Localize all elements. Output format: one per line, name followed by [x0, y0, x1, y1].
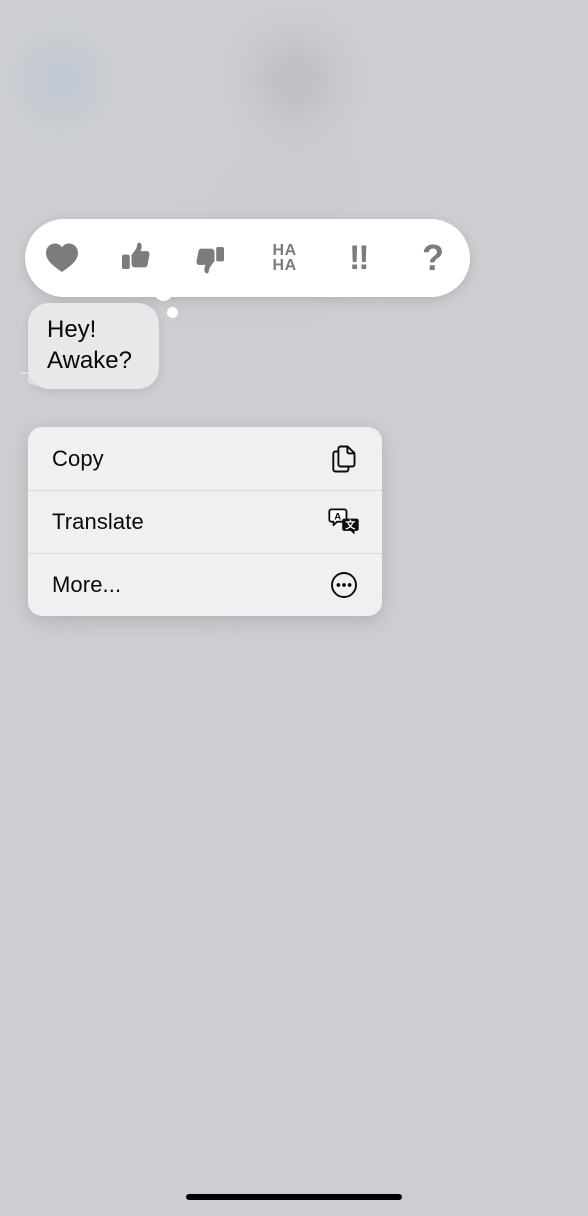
thumbs-down-icon: [196, 247, 225, 274]
tapback-reaction-bar: HA HA ‼ ?: [25, 219, 470, 297]
menu-item-copy-label: Copy: [52, 445, 104, 471]
haha-line-1: HA: [272, 241, 297, 259]
haha-icon: HA HA: [272, 241, 297, 274]
home-indicator[interactable]: [186, 1194, 402, 1200]
tapback-tail-dot-small: [167, 307, 178, 318]
reaction-exclamation-button[interactable]: ‼: [322, 219, 396, 297]
svg-text:文: 文: [345, 518, 356, 531]
message-bubble[interactable]: Hey! Awake?: [28, 303, 159, 390]
tapback-tail-dot-large: [154, 282, 173, 301]
copy-icon: [328, 443, 360, 475]
message-line-2: Awake?: [47, 346, 132, 374]
menu-item-more[interactable]: More...: [28, 553, 382, 616]
exclamation-icon: ‼: [349, 239, 370, 277]
reaction-thumbsdown-button[interactable]: [173, 219, 247, 297]
thumbs-up-icon: [122, 242, 150, 269]
reaction-haha-button[interactable]: HA HA: [248, 219, 322, 297]
heart-icon: [46, 243, 79, 272]
message-line-1: Hey!: [47, 316, 97, 343]
question-mark-icon: ?: [421, 237, 444, 278]
reaction-heart-button[interactable]: [25, 219, 99, 297]
menu-item-more-label: More...: [52, 571, 122, 597]
ellipsis-circle-icon: [328, 569, 360, 601]
translate-icon: A 文: [328, 506, 360, 538]
svg-text:A: A: [334, 511, 341, 522]
menu-item-translate[interactable]: Translate A 文: [28, 490, 382, 553]
menu-item-copy[interactable]: Copy: [28, 427, 382, 490]
haha-line-2: HA: [272, 257, 297, 274]
context-menu: Copy Translate A 文 More...: [28, 427, 382, 616]
menu-item-translate-label: Translate: [52, 508, 144, 534]
reaction-question-button[interactable]: ?: [396, 219, 470, 297]
messages-context-menu-screen: HA HA ‼ ? Hey! Awake? Copy Translate A 文…: [0, 0, 588, 1216]
